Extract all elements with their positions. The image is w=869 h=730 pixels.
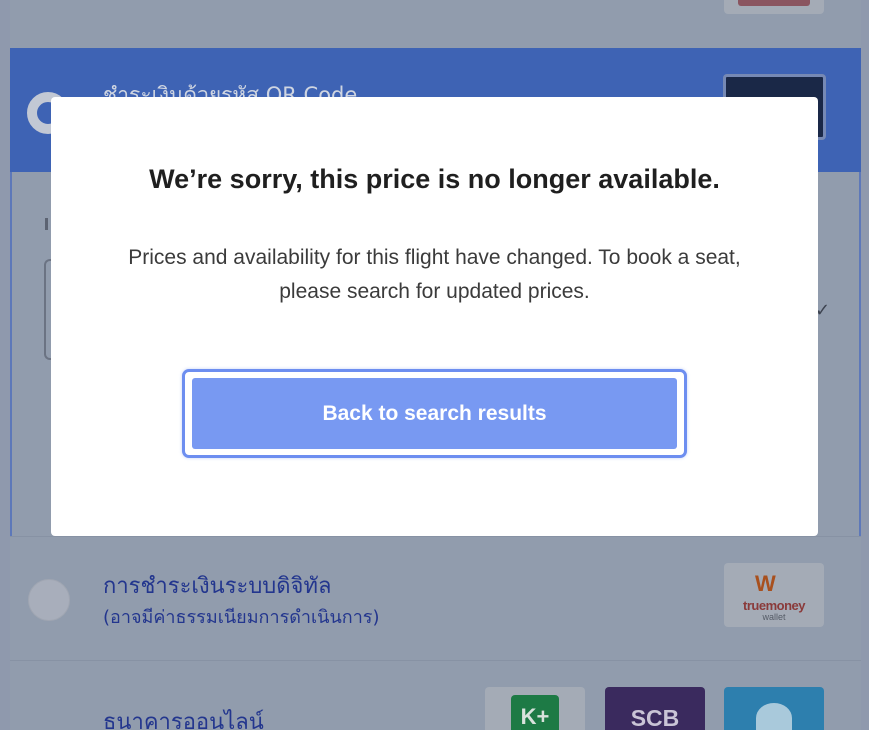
back-to-search-results-button[interactable]: Back to search results bbox=[182, 369, 687, 458]
payment-option-label: การชำระเงินระบบดิจิทัล bbox=[103, 574, 332, 599]
radio-unselected[interactable] bbox=[28, 579, 70, 621]
dialog-title: We’re sorry, this price is no longer ava… bbox=[149, 164, 720, 194]
dialog-message-line: please search for updated prices. bbox=[279, 280, 590, 303]
back-button-label[interactable]: Back to search results bbox=[192, 378, 677, 449]
truemoney-subword: wallet bbox=[762, 612, 786, 622]
field-label bbox=[45, 218, 48, 230]
payment-option-digital[interactable]: การชำระเงินระบบดิจิทัล (อาจมีค่าธรรมเนีย… bbox=[10, 536, 861, 660]
payment-option-bank[interactable]: ธนาคารออนไลน์ K+ SCB bbox=[10, 660, 861, 730]
dialog-message-line: Prices and availability for this flight … bbox=[128, 246, 741, 269]
truemoney-w-icon: W bbox=[755, 571, 776, 596]
card-logo bbox=[724, 0, 824, 14]
scb-logo: SCB bbox=[605, 687, 705, 730]
dialog-message: Prices and availability for this flight … bbox=[71, 241, 798, 309]
payment-option-sublabel: (อาจมีค่าธรรมเนียมการดำเนินการ) bbox=[103, 607, 380, 628]
kplus-logo: K+ bbox=[485, 687, 585, 730]
kplus-mark: K+ bbox=[511, 695, 559, 730]
payment-option-label: ธนาคารออนไลน์ bbox=[103, 710, 264, 730]
krungthai-icon bbox=[756, 703, 792, 730]
truemoney-wordmark: truemoney bbox=[743, 598, 805, 613]
krungthai-logo bbox=[724, 687, 824, 730]
truemoney-wallet-logo: W truemoney wallet bbox=[724, 563, 824, 627]
price-unavailable-dialog: We’re sorry, this price is no longer ava… bbox=[51, 97, 818, 536]
